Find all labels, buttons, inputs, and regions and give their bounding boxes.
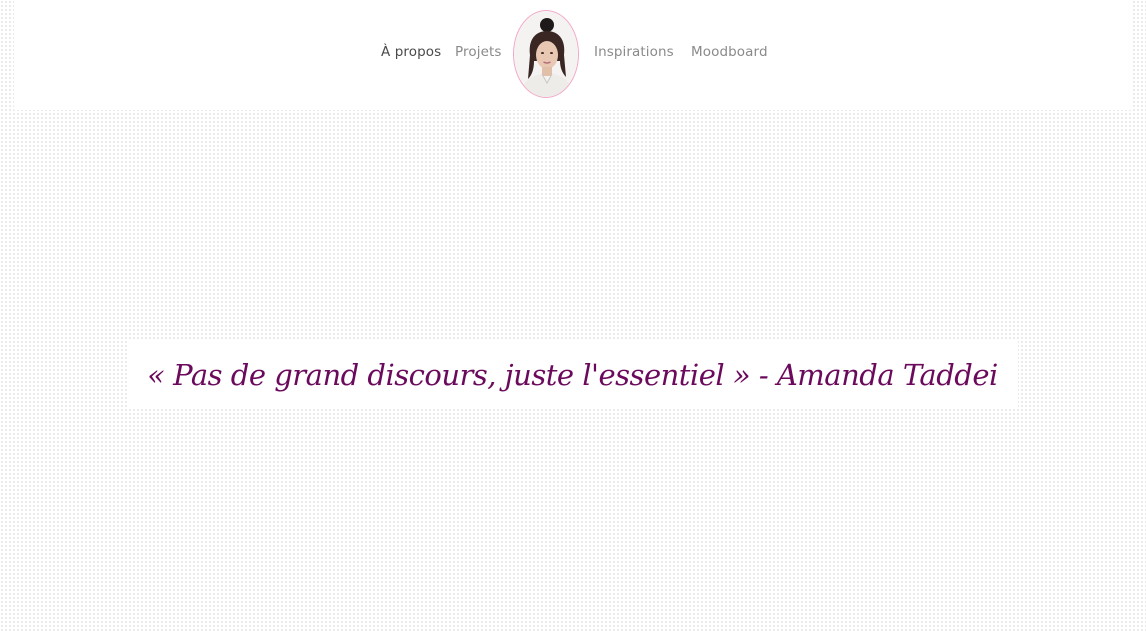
site-header: À propos Projets Inspirations Moodboard xyxy=(14,0,1132,110)
profile-photo-icon xyxy=(514,11,578,97)
nav-link-projets[interactable]: Projets xyxy=(455,44,502,60)
nav-link-inspirations[interactable]: Inspirations xyxy=(594,44,674,60)
nav-link-moodboard[interactable]: Moodboard xyxy=(691,44,768,60)
hero-quote-box: « Pas de grand discours, juste l'essenti… xyxy=(127,341,1018,408)
hero-quote: « Pas de grand discours, juste l'essenti… xyxy=(147,357,998,392)
avatar[interactable] xyxy=(513,10,579,98)
nav-link-a-propos[interactable]: À propos xyxy=(381,44,441,60)
